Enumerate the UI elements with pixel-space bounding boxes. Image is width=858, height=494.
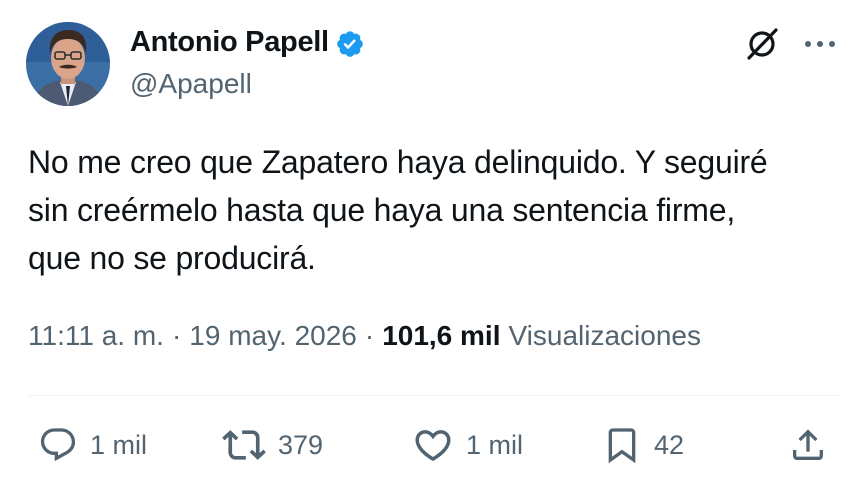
verified-badge-icon — [335, 29, 365, 59]
retweet-count: 379 — [278, 429, 324, 460]
tweet-meta: 11:11 a. m. · 19 may. 2026 · 101,6 mil V… — [28, 320, 701, 352]
reply-count: 1 mil — [90, 429, 148, 460]
share-icon — [788, 425, 828, 465]
display-name[interactable]: Antonio Papell — [130, 26, 329, 59]
like-count: 1 mil — [466, 429, 524, 460]
bookmark-button[interactable]: 42 — [602, 420, 684, 470]
tweet-text: No me creo que Zapatero haya delinquido.… — [28, 144, 768, 276]
author-handle[interactable]: @Apapell — [130, 68, 252, 100]
meta-separator: · — [364, 320, 375, 351]
views-label: Visualizaciones — [508, 320, 702, 351]
action-bar: 1 mil 379 1 mil 42 — [0, 420, 858, 470]
retweet-icon — [222, 423, 266, 467]
bookmark-count: 42 — [654, 429, 685, 460]
meta-separator: · — [171, 320, 182, 351]
views-count[interactable]: 101,6 mil — [382, 320, 500, 352]
reply-icon — [38, 425, 78, 465]
more-icon[interactable] — [800, 24, 840, 64]
author-name-row: Antonio Papell — [130, 26, 365, 59]
bookmark-icon — [602, 425, 642, 465]
share-button[interactable] — [788, 420, 828, 470]
tweet-date[interactable]: 19 may. 2026 — [189, 320, 357, 352]
avatar-image — [26, 22, 110, 106]
retweet-button[interactable]: 379 — [222, 420, 323, 470]
like-icon — [412, 424, 454, 466]
grok-icon[interactable] — [742, 24, 782, 64]
like-button[interactable]: 1 mil — [412, 420, 523, 470]
avatar[interactable] — [26, 22, 110, 106]
divider — [28, 395, 840, 396]
tweet-card: Antonio Papell @Apapell No me creo que Z… — [0, 0, 858, 494]
tweet-time[interactable]: 11:11 a. m. — [28, 320, 164, 352]
reply-button[interactable]: 1 mil — [38, 420, 147, 470]
